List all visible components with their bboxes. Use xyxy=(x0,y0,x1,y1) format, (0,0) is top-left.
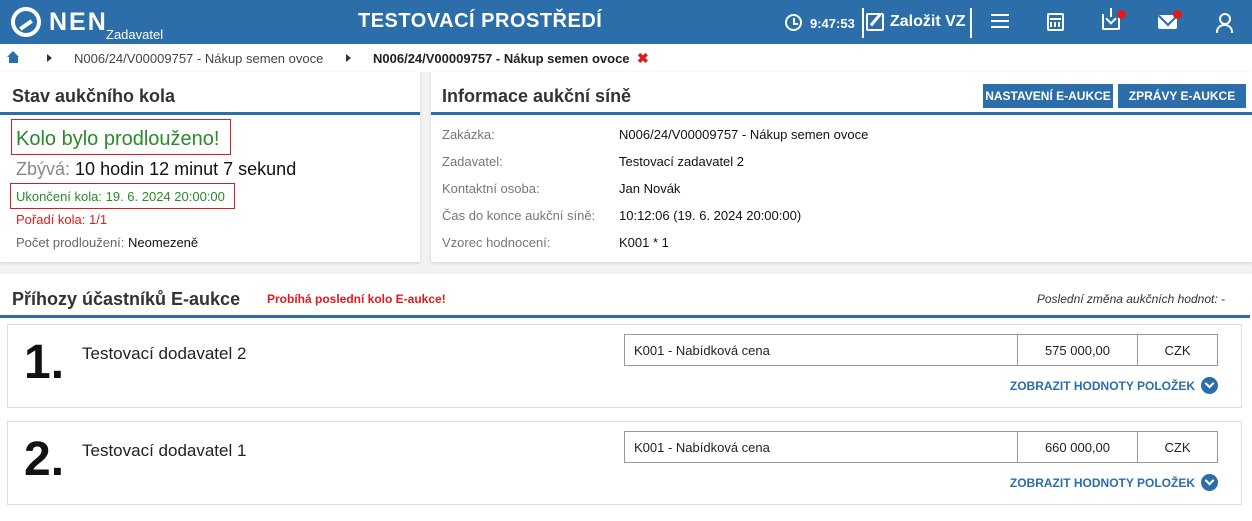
mail-notification-badge xyxy=(1173,10,1182,19)
info-value: Jan Novák xyxy=(619,181,681,196)
bids-title: Příhozy účastníků E-aukce xyxy=(12,289,241,309)
breadcrumb-item-current[interactable]: N006/24/V00009757 - Nákup semen ovoce xyxy=(373,51,630,66)
menu-icon[interactable] xyxy=(991,14,1009,28)
show-item-values-button[interactable]: ZOBRAZIT HODNOTY POLOŽEK xyxy=(1010,474,1218,491)
bid-rank: 1. xyxy=(24,336,65,389)
bid-card: 1. Testovací dodavatel 2 K001 - Nabídkov… xyxy=(7,324,1242,408)
logo-text[interactable]: NEN xyxy=(49,8,108,37)
bid-rank: 2. xyxy=(24,433,65,486)
info-value: K001 * 1 xyxy=(619,235,669,250)
info-label: Zakázka: xyxy=(442,127,495,142)
logo-subtext: Zadavatel xyxy=(106,27,164,42)
criterion-cell: K001 - Nabídková cena xyxy=(625,335,1018,365)
final-round-notice: Probíhá poslední kolo E-aukce! xyxy=(267,292,446,306)
extensions-value: Neomezeně xyxy=(128,235,199,250)
chevron-down-icon xyxy=(1201,474,1218,491)
auction-settings-button[interactable]: NASTAVENÍ E-AUKCE xyxy=(983,84,1113,108)
nen-logo-icon[interactable] xyxy=(11,7,41,37)
breadcrumb-item-tender[interactable]: N006/24/V00009757 - Nákup semen ovoce xyxy=(74,51,323,66)
extension-count: Počet prodloužení: Neomezeně xyxy=(16,235,198,250)
remaining-time: Zbývá: 10 hodin 12 minut 7 sekund xyxy=(16,159,296,180)
amount-cell: 660 000,00 xyxy=(1018,432,1138,462)
show-item-values-button[interactable]: ZOBRAZIT HODNOTY POLOŽEK xyxy=(1010,377,1218,394)
chevron-down-icon xyxy=(1201,377,1218,394)
bidder-name: Testovací dodavatel 2 xyxy=(82,344,247,363)
user-icon[interactable] xyxy=(1216,13,1233,33)
inbox-notification-badge xyxy=(1117,10,1126,19)
info-value: Testovací zadavatel 2 xyxy=(619,154,745,169)
breadcrumb-arrow-icon xyxy=(47,54,52,62)
remaining-value: 10 hodin 12 minut 7 sekund xyxy=(75,159,297,179)
bid-value-table: K001 - Nabídková cena 575 000,00 CZK xyxy=(624,334,1218,366)
round-status-title: Stav aukčního kola xyxy=(12,86,176,106)
panel-divider xyxy=(0,315,1250,318)
info-label: Zadavatel: xyxy=(442,154,503,169)
show-items-label: ZOBRAZIT HODNOTY POLOŽEK xyxy=(1009,475,1195,490)
environment-title: TESTOVACÍ PROSTŘEDÍ xyxy=(358,10,603,32)
close-icon[interactable]: ✖ xyxy=(637,50,649,67)
bidder-name: Testovací dodavatel 1 xyxy=(82,441,247,460)
info-value: N006/24/V00009757 - Nákup semen ovoce xyxy=(619,127,869,142)
currency-cell: CZK xyxy=(1164,342,1191,358)
auction-info-title: Informace aukční síně xyxy=(442,86,632,106)
breadcrumb: N006/24/V00009757 - Nákup semen ovoce N0… xyxy=(0,44,1252,72)
currency-cell: CZK xyxy=(1164,439,1191,455)
info-label: Vzorec hodnocení: xyxy=(442,235,551,250)
panel-divider xyxy=(0,112,420,115)
divider xyxy=(970,8,972,38)
create-tender-button[interactable]: Založit VZ xyxy=(866,6,966,38)
round-order: Pořadí kola: 1/1 xyxy=(16,212,108,227)
calculator-icon[interactable] xyxy=(1047,13,1064,31)
panel-divider xyxy=(431,112,1252,115)
criterion-cell: K001 - Nabídková cena xyxy=(625,432,1018,462)
home-icon[interactable] xyxy=(7,51,20,63)
breadcrumb-arrow-icon xyxy=(346,54,351,62)
top-bar: NEN Zadavatel TESTOVACÍ PROSTŘEDÍ 9:47:5… xyxy=(0,0,1252,44)
clock-icon xyxy=(785,14,802,31)
round-end-time: Ukončení kola: 19. 6. 2024 20:00:00 xyxy=(16,189,225,204)
edit-icon xyxy=(866,13,884,31)
bid-value-table: K001 - Nabídková cena 660 000,00 CZK xyxy=(624,431,1218,463)
show-items-label: ZOBRAZIT HODNOTY POLOŽEK xyxy=(1009,378,1195,393)
auction-messages-button[interactable]: ZPRÁVY E-AUKCE xyxy=(1118,84,1246,108)
amount-cell: 575 000,00 xyxy=(1018,335,1138,365)
info-label: Kontaktní osoba: xyxy=(442,181,540,196)
last-change-info: Poslední změna aukčních hodnot: - xyxy=(1036,292,1225,306)
round-extended-message: Kolo bylo prodlouženo! xyxy=(16,128,220,150)
extensions-label: Počet prodloužení: xyxy=(16,235,125,250)
info-value: 10:12:06 (19. 6. 2024 20:00:00) xyxy=(619,208,802,223)
create-tender-label: Založit VZ xyxy=(890,13,966,30)
info-label: Čas do konce aukční síně: xyxy=(442,208,596,223)
divider xyxy=(862,8,864,38)
session-clock: 9:47:53 xyxy=(810,16,855,31)
remaining-label: Zbývá: xyxy=(16,159,71,179)
bid-card: 2. Testovací dodavatel 1 K001 - Nabídkov… xyxy=(7,421,1242,505)
